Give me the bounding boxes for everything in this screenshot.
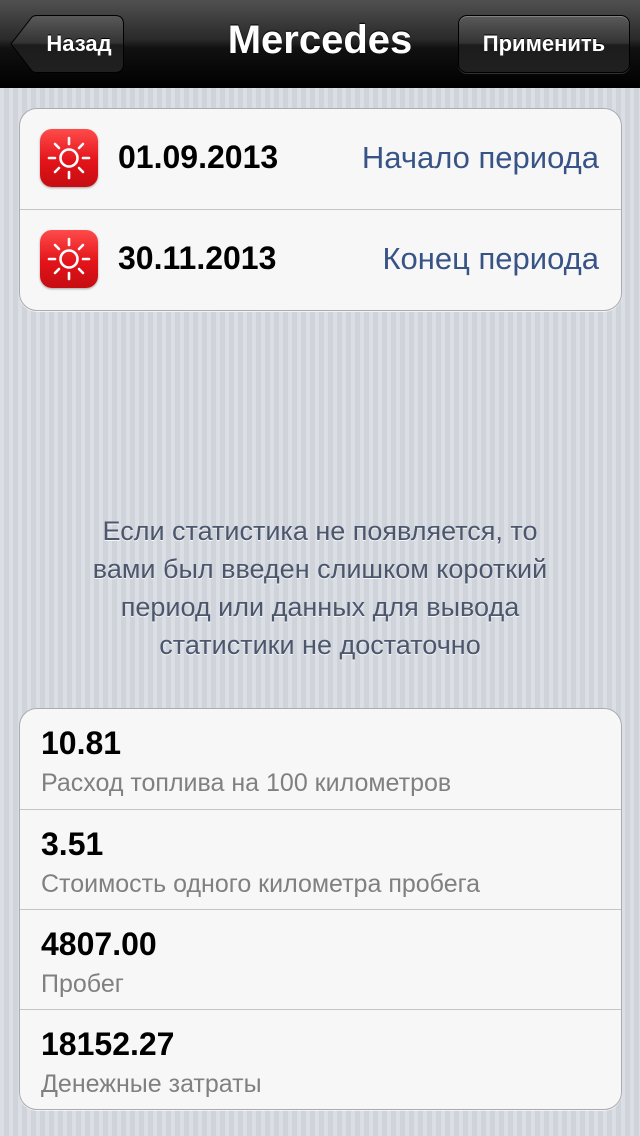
stat-value: 18152.27 (41, 1026, 175, 1062)
stat-row-fuel-consumption: 10.81 Расход топлива на 100 километров (20, 709, 621, 809)
sun-icon (40, 230, 98, 288)
info-line: период или данных для вывода (120, 592, 520, 622)
period-group: 01.09.2013 Начало периода 30.11.2013 Кон… (19, 108, 622, 311)
period-start-date: 01.09.2013 (118, 139, 279, 175)
stat-row-expenses: 18152.27 Денежные затраты (20, 1009, 621, 1109)
stat-label: Пробег (41, 970, 124, 998)
stat-label: Стоимость одного километра пробега (41, 870, 481, 898)
stat-row-mileage: 4807.00 Пробег (20, 909, 621, 1009)
period-start-label: Начало периода (361, 140, 599, 175)
stat-value: 10.81 (41, 725, 122, 761)
info-line: статистики не достаточно (159, 630, 481, 660)
statistics-group: 10.81 Расход топлива на 100 километров 3… (19, 708, 622, 1110)
info-message: Если статистика не появляется, то вами б… (30, 512, 610, 664)
period-start-row[interactable]: 01.09.2013 Начало периода (20, 109, 621, 209)
navigation-bar: Назад Mercedes Применить (0, 0, 640, 88)
period-end-label: Конец периода (382, 241, 599, 276)
apply-button[interactable]: Применить (458, 15, 630, 73)
period-end-row[interactable]: 30.11.2013 Конец периода (20, 209, 621, 309)
stat-label: Денежные затраты (41, 1070, 262, 1098)
info-line: Если статистика не появляется, то (102, 516, 538, 546)
stat-value: 3.51 (41, 826, 104, 862)
period-end-date: 30.11.2013 (118, 240, 277, 276)
stat-label: Расход топлива на 100 километров (41, 769, 452, 797)
stat-value: 4807.00 (41, 926, 157, 962)
sun-icon (40, 129, 98, 187)
info-line: вами был введен слишком короткий (92, 554, 548, 584)
stat-row-cost-per-km: 3.51 Стоимость одного километра пробега (20, 809, 621, 909)
